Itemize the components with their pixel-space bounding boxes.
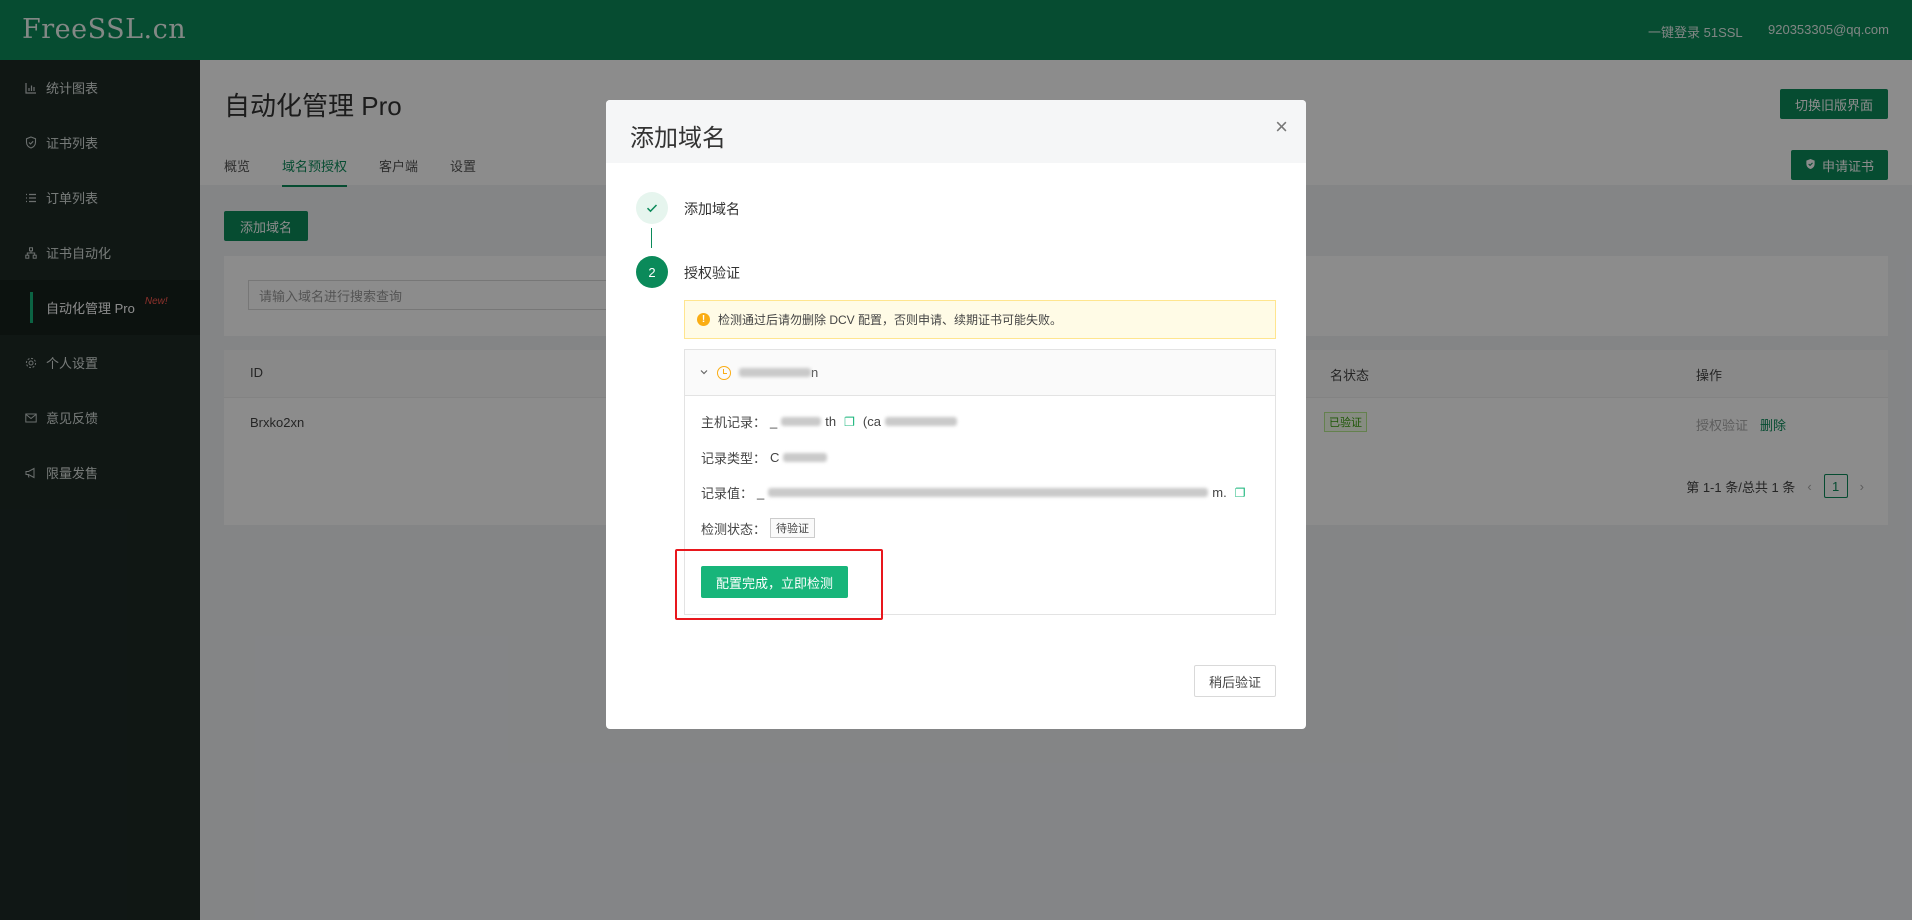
redacted-record-value (768, 488, 1209, 497)
status-badge: 待验证 (770, 518, 816, 538)
step-done-check-icon (636, 192, 668, 224)
record-value-suffix: m. (1212, 485, 1227, 500)
step-connector (651, 228, 652, 248)
check-status-row: 检测状态： 待验证 (701, 518, 816, 538)
record-type-label: 记录类型： (701, 451, 767, 466)
modal-title: 添加域名 (630, 125, 726, 152)
copy-icon[interactable]: ❐ (844, 415, 855, 429)
modal-header: 添加域名 × (606, 100, 1306, 163)
record-type-row: 记录类型： C (701, 448, 828, 467)
warning-alert: ! 检测通过后请勿删除 DCV 配置，否则申请、续期证书可能失败。 (684, 300, 1276, 339)
record-type-prefix: C (770, 450, 780, 465)
redacted-host (781, 417, 822, 426)
record-value-prefix: _ (757, 485, 765, 500)
redacted-record-type (783, 453, 828, 462)
host-record-paren: (ca (862, 414, 881, 429)
copy-icon[interactable]: ❐ (1235, 486, 1246, 500)
clock-icon (717, 365, 731, 380)
alert-text: 检测通过后请勿删除 DCV 配置，否则申请、续期证书可能失败。 (718, 313, 1063, 327)
warning-icon: ! (697, 313, 710, 326)
step-2-number: 2 (636, 256, 668, 288)
host-record-label: 主机记录： (701, 415, 767, 430)
chevron-down-icon (699, 365, 709, 380)
verify-later-button[interactable]: 稍后验证 (1193, 665, 1276, 697)
redacted-domain (739, 368, 811, 377)
domain-suffix: n (811, 365, 819, 380)
record-value-row: 记录值： _ m. ❐ (701, 483, 1249, 502)
redacted-host-full (884, 417, 957, 426)
step-2-label: 授权验证 (684, 265, 740, 281)
host-record-mid: th (825, 414, 837, 429)
highlight-box (675, 549, 883, 620)
step-1-label: 添加域名 (684, 201, 740, 217)
close-icon[interactable]: × (1275, 116, 1288, 138)
check-status-label: 检测状态： (701, 521, 767, 537)
host-record-prefix: _ (770, 414, 778, 429)
domain-collapse-header[interactable]: n (685, 350, 1275, 396)
host-record-row: 主机记录： _ th ❐ (ca (701, 412, 957, 431)
record-value-label: 记录值： (701, 486, 754, 501)
add-domain-modal: 添加域名 × 添加域名 2 授权验证 ! 检测通过后请勿删除 DCV 配置，否则… (606, 100, 1306, 729)
